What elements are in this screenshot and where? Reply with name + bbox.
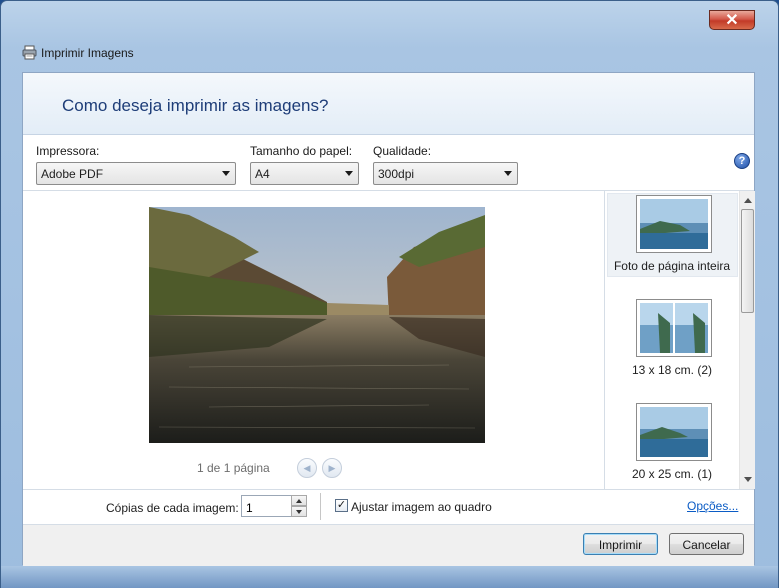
layout-thumbnail	[636, 195, 712, 253]
dialog-footer: Imprimir Cancelar	[23, 525, 754, 566]
window-frame-bottom	[1, 566, 778, 588]
copies-decrement-button[interactable]	[291, 506, 307, 517]
chevron-down-icon	[345, 171, 353, 176]
close-button[interactable]: ✕	[709, 10, 755, 30]
page-title: Como deseja imprimir as imagens?	[62, 96, 329, 115]
scroll-down-icon[interactable]	[744, 477, 752, 482]
copies-input[interactable]	[241, 495, 293, 517]
quality-select[interactable]: 300dpi	[373, 162, 518, 185]
printer-icon	[22, 45, 37, 60]
help-glyph: ?	[738, 155, 746, 167]
fit-picture-label[interactable]: Ajustar imagem ao quadro	[351, 500, 492, 514]
chevron-down-icon	[504, 171, 512, 176]
chevron-right-icon: ▶	[328, 462, 336, 473]
chevron-down-icon	[222, 171, 230, 176]
layout-item-full-page[interactable]: Foto de página inteira	[605, 193, 739, 279]
layout-list-scrollbar[interactable]	[739, 191, 755, 489]
dialog-client: Como deseja imprimir as imagens? Impress…	[22, 72, 755, 566]
copies-label: Cópias de cada imagem:	[106, 501, 239, 515]
header-band: Como deseja imprimir as imagens?	[23, 73, 754, 135]
cancel-button[interactable]: Cancelar	[669, 533, 744, 555]
close-icon: ✕	[725, 12, 739, 29]
landscape-thumbnail-image	[640, 199, 708, 249]
previous-page-button[interactable]: ◀	[297, 458, 317, 478]
quality-select-value: 300dpi	[378, 167, 415, 181]
paper-size-select[interactable]: A4	[250, 162, 359, 185]
two-photos-thumbnail-image	[640, 303, 708, 353]
landscape-thumbnail-image	[640, 407, 708, 457]
title-bar: Imprimir Imagens ✕	[1, 1, 778, 69]
copies-options-bar: Cópias de cada imagem: ✓ Ajustar imagem …	[23, 489, 754, 525]
print-settings-bar: Impressora: Adobe PDF Tamanho do papel: …	[23, 135, 754, 191]
scrollbar-thumb[interactable]	[741, 209, 754, 313]
landscape-photo-image	[149, 207, 485, 443]
print-button[interactable]: Imprimir	[583, 533, 658, 555]
layout-thumbnail	[636, 299, 712, 357]
layout-thumbnail	[636, 403, 712, 461]
paper-size-select-value: A4	[255, 167, 270, 181]
printer-select[interactable]: Adobe PDF	[36, 162, 236, 185]
page-indicator: 1 de 1 página	[197, 461, 270, 475]
copies-increment-button[interactable]	[291, 495, 307, 506]
printer-select-value: Adobe PDF	[41, 167, 104, 181]
window-title: Imprimir Imagens	[41, 46, 134, 60]
scroll-up-icon[interactable]	[744, 198, 752, 203]
layout-item-20x25[interactable]: 20 x 25 cm. (1)	[605, 403, 739, 487]
layout-caption: Foto de página inteira	[613, 259, 731, 273]
quality-label: Qualidade:	[373, 144, 432, 158]
layout-caption: 20 x 25 cm. (1)	[631, 467, 713, 481]
help-icon[interactable]: ?	[734, 153, 750, 169]
chevron-down-icon	[296, 510, 302, 514]
chevron-left-icon: ◀	[303, 462, 311, 473]
layout-list: Foto de página inteira 13 x 18 cm. (2) 2…	[604, 191, 755, 489]
options-link[interactable]: Opções...	[687, 499, 738, 513]
layout-item-13x18[interactable]: 13 x 18 cm. (2)	[605, 299, 739, 383]
divider	[320, 493, 321, 520]
next-page-button[interactable]: ▶	[322, 458, 342, 478]
print-preview-area: 1 de 1 página ◀ ▶	[23, 191, 604, 489]
preview-photo	[149, 207, 485, 443]
layout-caption: 13 x 18 cm. (2)	[631, 363, 713, 377]
fit-picture-checkbox[interactable]: ✓	[335, 499, 348, 512]
checkmark-icon: ✓	[336, 499, 347, 511]
print-dialog-window: Imprimir Imagens ✕ Como deseja imprimir …	[0, 0, 779, 588]
paper-size-label: Tamanho do papel:	[250, 144, 353, 158]
chevron-up-icon	[296, 499, 302, 503]
printer-label: Impressora:	[36, 144, 100, 158]
